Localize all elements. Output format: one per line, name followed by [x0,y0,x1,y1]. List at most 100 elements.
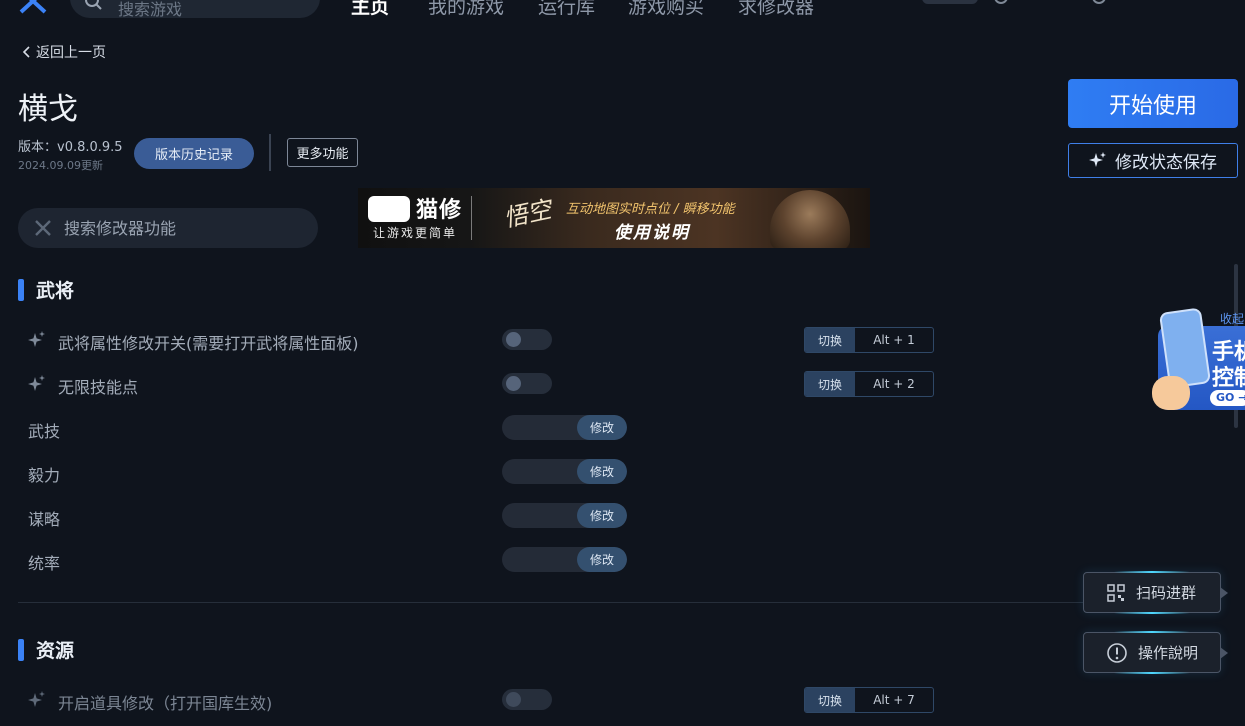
save-state-label: 修改状态保存 [1115,153,1217,173]
feature-label: 武技 [28,422,61,441]
switch-label: 切换 [805,688,855,712]
banner-divider [471,196,472,240]
game-search-input[interactable]: 搜索游戏 [70,0,320,18]
go-button[interactable]: GO → [1210,390,1245,406]
operation-guide-button[interactable]: 操作說明 [1083,631,1228,674]
tools-icon [35,220,51,236]
back-link[interactable]: 返回上一页 [22,42,106,62]
section-title-resources: 资源 [18,636,74,663]
value-stepper: 修改 [502,547,627,572]
brand-logo-icon [368,196,410,222]
switch-label: 切换 [805,328,855,352]
toggle-knob [506,692,521,707]
feature-label: 统率 [28,554,61,573]
hotkey-label: Alt + 7 [873,693,915,707]
feature-search-input[interactable] [64,208,304,248]
more-features-button[interactable]: 更多功能 [287,138,358,167]
tab-request-trainer[interactable]: 求修改器 [738,0,814,18]
feature-row: 无限技能点 切换 Alt + 2 [0,369,1245,399]
value-stepper: 修改 [502,459,627,484]
feature-toggle[interactable] [502,373,552,394]
start-button[interactable]: 开始使用 [1068,79,1238,128]
feature-search [18,208,318,248]
feature-row: 开启道具修改（打开国库生效) 切换 Alt + 7 [0,685,1245,715]
tab-buy-games[interactable]: 游戏购买 [628,0,704,18]
toggle-knob [506,376,521,391]
mobile-control-ad[interactable]: 收起 手机 控制 GO → [1150,306,1245,416]
modify-button[interactable]: 修改 [577,503,627,528]
search-icon [85,0,102,10]
value-field[interactable] [502,415,577,440]
hotkey-label: Alt + 1 [873,333,915,347]
collapse-link[interactable]: 收起 [1220,310,1244,327]
save-state-button[interactable]: 修改状态保存 [1068,143,1238,178]
tab-runtime[interactable]: 运行库 [538,0,595,18]
modify-button[interactable]: 修改 [577,459,627,484]
feature-label: 谋略 [28,510,61,529]
glow-line [1114,631,1190,633]
section-title-text: 资源 [36,640,75,662]
pointer-arrow [1220,647,1228,659]
feature-toggle[interactable] [502,329,552,350]
app-logo-icon[interactable] [18,0,48,14]
feature-label: 开启道具修改（打开国库生效) [58,694,273,713]
banner-guide: 使用说明 [614,223,690,243]
settings-icon[interactable] [1092,0,1106,4]
section-divider [18,602,1088,603]
glow-line [1114,612,1190,614]
section-accent-bar [18,638,24,661]
version-text: 版本：v0.8.0.9.5 [18,140,123,155]
back-label: 返回上一页 [36,45,106,61]
pointer-arrow [1220,587,1228,599]
sparkle-icon [28,331,45,347]
switch-label: 切换 [805,372,855,396]
value-field[interactable] [502,503,577,528]
operation-guide-label: 操作說明 [1138,644,1199,662]
tab-my-games[interactable]: 我的游戏 [428,0,504,18]
toggle-knob [506,332,521,347]
value-field[interactable] [502,459,577,484]
value-stepper: 修改 [502,415,627,440]
qr-code-icon [1107,583,1125,602]
divider [269,134,271,171]
section-title-text: 武将 [36,280,75,302]
scan-join-group-button[interactable]: 扫码进群 [1083,571,1228,614]
hotkey-box[interactable]: 切换 Alt + 7 [804,687,934,713]
feature-row: 武技 修改 [0,413,1245,443]
feature-toggle[interactable] [502,689,552,710]
ad-line-2: 控制 [1212,366,1245,391]
value-stepper: 修改 [502,503,627,528]
banner-tagline: 互动地图实时点位 / 瞬移功能 [566,202,735,217]
top-nav: 搜索游戏 主页 我的游戏 运行库 游戏购买 求修改器 [0,0,1245,18]
scan-join-label: 扫码进群 [1136,584,1197,602]
user-icon[interactable] [994,0,1008,4]
hotkey-box[interactable]: 切换 Alt + 2 [804,371,934,397]
feature-row: 毅力 修改 [0,457,1245,487]
section-title-generals: 武将 [18,276,74,303]
hotkey-box[interactable]: 切换 Alt + 1 [804,327,934,353]
feature-label: 毅力 [28,466,61,485]
banner-slogan: 让游戏更简单 [373,226,458,240]
modify-button[interactable]: 修改 [577,415,627,440]
sparkle-icon [1089,151,1106,167]
value-field[interactable] [502,547,577,572]
update-date: 2024.09.09更新 [18,159,103,172]
sparkle-icon [28,375,45,391]
feature-label: 无限技能点 [58,378,139,397]
banner-brand: 猫修 [416,198,463,223]
page-title: 横戈 [18,92,78,127]
modify-button[interactable]: 修改 [577,547,627,572]
glow-line [1114,672,1190,674]
promo-banner[interactable]: 猫修 让游戏更简单 悟空 互动地图实时点位 / 瞬移功能 使用说明 [358,188,870,248]
feature-label: 武将属性修改开关(需要打开武将属性面板) [58,334,359,353]
feature-row: 谋略 修改 [0,501,1245,531]
hand-illustration [1152,376,1190,410]
theme-toggle[interactable] [922,0,978,4]
feature-row: 武将属性修改开关(需要打开武将属性面板) 切换 Alt + 1 [0,325,1245,355]
banner-calligraphy: 悟空 [501,195,554,233]
search-placeholder: 搜索游戏 [118,0,183,18]
version-history-button[interactable]: 版本历史记录 [134,138,254,169]
hotkey-label: Alt + 2 [873,377,915,391]
section-accent-bar [18,278,24,301]
tab-home[interactable]: 主页 [351,0,389,18]
